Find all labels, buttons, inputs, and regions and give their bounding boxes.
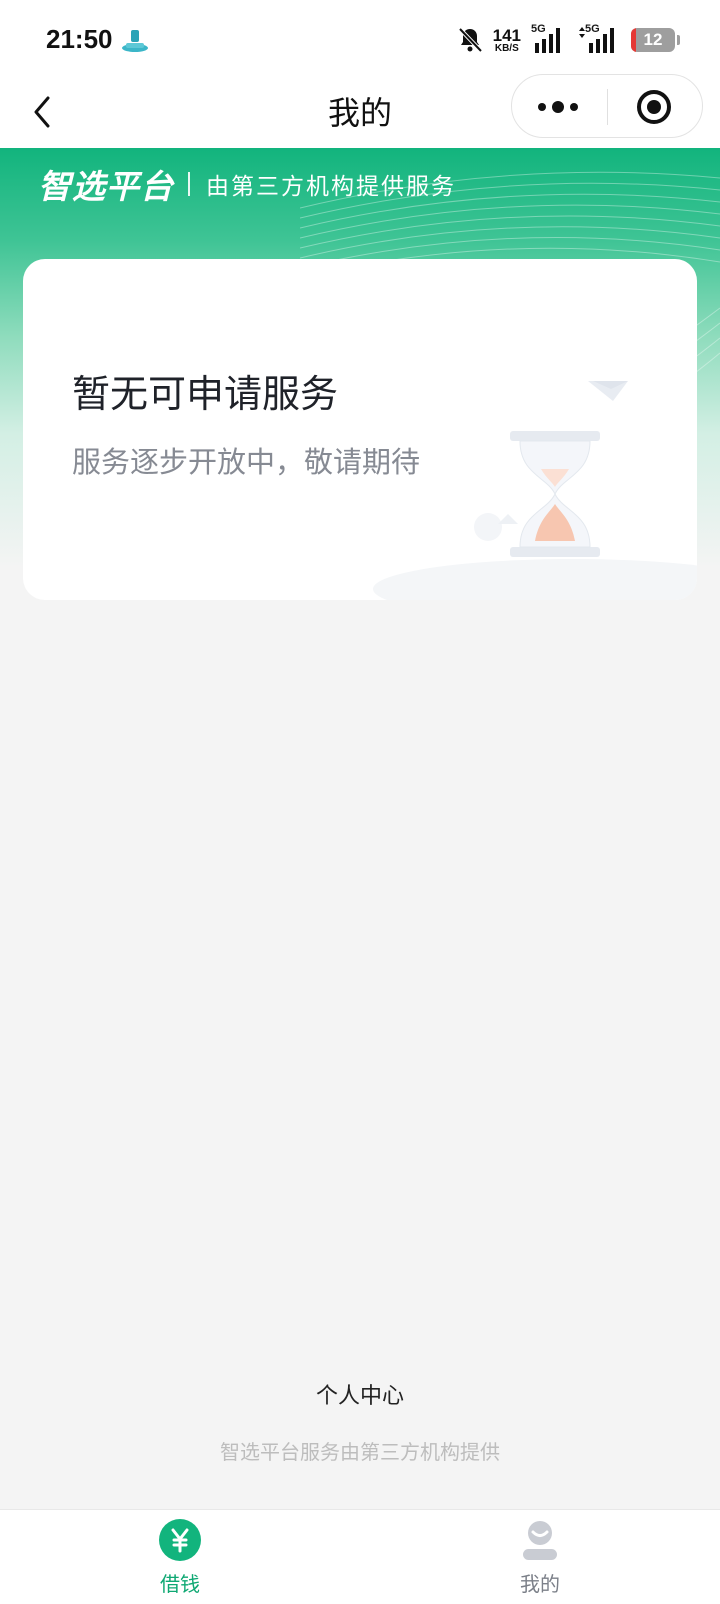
signal-2-label: 5G — [585, 23, 600, 35]
target-close-icon — [637, 90, 671, 124]
net-speed-value: 141 — [492, 25, 521, 45]
battery-level — [631, 28, 637, 52]
brand-separator — [188, 172, 190, 196]
signal-1-label: 5G — [531, 23, 546, 35]
tab-borrow-label: 借钱 — [160, 1572, 200, 1596]
brand-header: 智选平台 由第三方机构提供服务 — [38, 160, 456, 208]
more-button[interactable] — [512, 75, 607, 139]
footer-title: 个人中心 — [315, 1384, 404, 1409]
nav-bar: 我的 — [0, 74, 720, 148]
battery-indicator: 12 — [631, 28, 675, 52]
mini-program-capsule — [511, 74, 703, 138]
empty-title: 暂无可申请服务 — [72, 372, 339, 416]
tab-mine[interactable]: 我的 — [460, 1510, 620, 1604]
mute-bell-icon — [458, 27, 483, 53]
status-icons: 141 KB/S 5G 5G 12 — [457, 22, 680, 58]
net-speed: 141 KB/S — [493, 27, 521, 54]
app-notification-icon — [122, 30, 148, 52]
tab-borrow[interactable]: 借钱 — [100, 1510, 260, 1604]
more-dots-icon — [538, 101, 578, 113]
signal-1: 5G — [531, 23, 567, 55]
empty-service-card: 暂无可申请服务 服务逐步开放中，敬请期待 — [23, 259, 697, 600]
footer-note: 智选平台服务由第三方机构提供 — [220, 1440, 500, 1464]
status-bar: 21:50 141 KB/S 5G 5G 12 — [0, 0, 720, 78]
status-time: 21:50 — [46, 24, 113, 54]
signal-2: 5G — [577, 23, 621, 55]
battery-tip — [677, 35, 680, 45]
tab-bar: 借钱 我的 — [0, 1509, 720, 1604]
close-button[interactable] — [608, 75, 703, 139]
yuan-coin-icon — [159, 1519, 201, 1561]
hourglass-icon — [373, 381, 697, 600]
battery-text: 12 — [643, 30, 663, 49]
user-avatar-icon — [523, 1521, 557, 1560]
brand-subtitle: 由第三方机构提供服务 — [206, 174, 456, 200]
brand-name: 智选平台 — [38, 167, 174, 206]
tab-mine-label: 我的 — [520, 1572, 560, 1596]
net-speed-unit: KB/S — [494, 42, 519, 54]
